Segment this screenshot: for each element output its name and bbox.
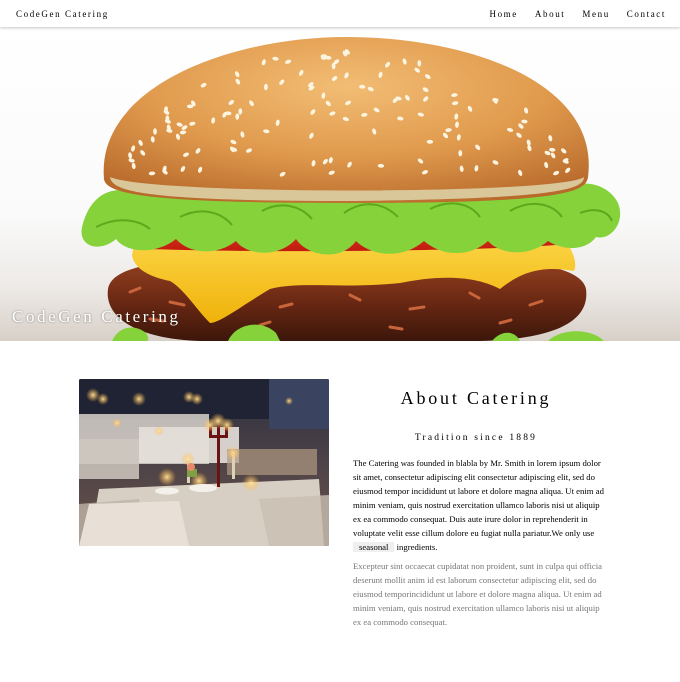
seasonal-tag: seasonal: [353, 542, 395, 552]
brand-link[interactable]: CodeGen Catering: [16, 9, 109, 19]
about-paragraph-1-text: The Catering was founded in blabla by Mr…: [353, 458, 604, 538]
nav-home-link[interactable]: Home: [489, 9, 517, 19]
about-paragraph-1: The Catering was founded in blabla by Mr…: [353, 456, 605, 554]
about-paragraph-1-end: ingredients.: [396, 542, 438, 552]
sesame-seed: [458, 149, 463, 157]
nav-menu: Home About Menu Contact: [489, 9, 666, 19]
about-paragraph-2: Excepteur sint occaecat cupidatat non pr…: [353, 561, 603, 627]
top-navigation-bar: CodeGen Catering Home About Menu Contact: [0, 0, 680, 27]
restaurant-table-image: [79, 379, 329, 546]
hero-title: CodeGen Catering: [12, 307, 181, 326]
nav-contact-link[interactable]: Contact: [627, 9, 666, 19]
about-title: About Catering: [400, 388, 552, 408]
about-tagline: Tradition since 1889: [414, 433, 538, 443]
nav-menu-link[interactable]: Menu: [582, 9, 609, 19]
nav-about-link[interactable]: About: [535, 9, 566, 19]
burger-image: [81, 37, 621, 341]
hero-banner: CodeGen Catering: [0, 27, 680, 341]
